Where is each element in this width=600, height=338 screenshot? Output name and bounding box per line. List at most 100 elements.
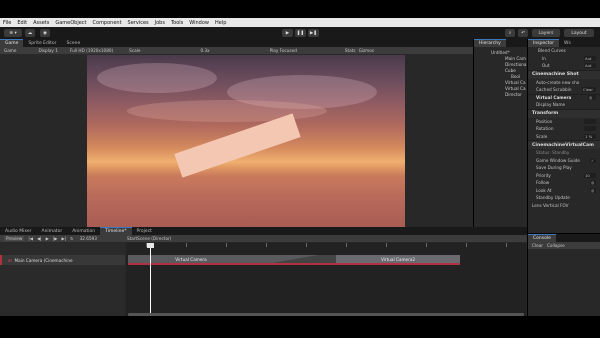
tab-audio-mixer[interactable]: Audio Mixer xyxy=(0,227,37,235)
hierarchy-item[interactable]: Director xyxy=(475,91,526,97)
display-name-row[interactable]: Display Name xyxy=(528,101,600,109)
timeline-play-icon[interactable]: ▶ xyxy=(46,236,49,241)
cinemachine-shot-header[interactable]: Cinemachine Shot xyxy=(528,69,600,79)
clip-virtual-camera[interactable]: Virtual Camera xyxy=(128,255,254,265)
auto-create-row[interactable]: Auto-create new sho xyxy=(528,79,600,87)
go-to-start-icon[interactable]: |◀ xyxy=(28,236,33,241)
lens-row[interactable]: Lens Vertical FOV xyxy=(528,202,600,210)
layers-dropdown[interactable]: Layers xyxy=(532,29,560,37)
collab-icon[interactable]: ◉ xyxy=(40,29,50,37)
tab-console[interactable]: Console xyxy=(528,234,556,242)
scene-tabbar: Game Sprite Editor Scene xyxy=(0,39,473,47)
search-icon[interactable]: ⌕ xyxy=(505,29,515,37)
cinemachine-vcam-header[interactable]: CinemachineVirtualCam xyxy=(528,140,600,149)
console-collapse-button[interactable]: Collapse xyxy=(547,243,565,248)
resolution-dropdown[interactable]: Full HD (1920x1080) xyxy=(70,48,113,53)
ruler-tick xyxy=(466,243,467,247)
tab-inspector[interactable]: Inspector xyxy=(528,39,559,47)
play-button[interactable]: ▶ xyxy=(282,29,293,37)
ruler-tick xyxy=(226,243,227,247)
game-window-guides-row: Game Window Guide ✓ xyxy=(528,157,600,165)
pause-button[interactable]: ❚❚ xyxy=(295,29,306,37)
playhead-handle[interactable] xyxy=(147,243,154,248)
console-clear-button[interactable]: Clear xyxy=(532,243,543,248)
ruler-tick xyxy=(266,243,267,247)
menu-component[interactable]: Component xyxy=(93,20,122,26)
clip-virtual-camera2[interactable]: Virtual Camera2 xyxy=(336,255,460,265)
scale-label: Scale xyxy=(536,133,548,139)
preview-button[interactable]: Preview xyxy=(4,236,25,241)
layout-dropdown[interactable]: Layout xyxy=(564,29,594,37)
standby-update-row[interactable]: Standby Update xyxy=(528,194,600,202)
tab-scene[interactable]: Scene xyxy=(62,39,86,47)
menu-services[interactable]: Services xyxy=(128,20,149,26)
prev-frame-icon[interactable]: ◀| xyxy=(37,236,42,241)
stats-button[interactable]: Stats xyxy=(345,48,356,53)
out-label: Out xyxy=(542,63,550,69)
next-frame-icon[interactable]: |▶ xyxy=(53,236,58,241)
out-value-field[interactable]: Aut xyxy=(584,63,596,69)
guides-checkbox[interactable]: ✓ xyxy=(590,157,596,163)
menu-file[interactable]: File xyxy=(3,20,11,26)
gizmos-button[interactable]: Gizmos xyxy=(359,48,374,53)
account-button[interactable]: ⊕ ▾ xyxy=(4,29,22,37)
clear-button[interactable]: Clear xyxy=(582,87,596,93)
game-viewport[interactable] xyxy=(87,55,405,233)
menu-gameobject[interactable]: GameObject xyxy=(55,20,86,26)
save-during-play-row[interactable]: Save During Play xyxy=(528,164,600,172)
menu-assets[interactable]: Assets xyxy=(33,20,49,26)
rotation-row: Rotation xyxy=(528,125,600,133)
track-header[interactable]: ⊞ Main Camera (Cinemachine xyxy=(0,255,125,265)
cloud-icon[interactable]: ☁ xyxy=(25,29,35,37)
cached-scrubbing-row: Cached Scrubbin Clear xyxy=(528,86,600,94)
timeline-scrollbar[interactable] xyxy=(128,313,524,316)
tab-timeline[interactable]: Timeline* xyxy=(100,227,132,235)
display-mode-dropdown[interactable]: Game xyxy=(4,48,16,53)
undo-history-icon[interactable]: ↶ xyxy=(518,29,528,37)
rotation-label: Rotation xyxy=(536,126,554,132)
menu-help[interactable]: Help xyxy=(215,20,226,26)
menu-jobs[interactable]: Jobs xyxy=(155,20,165,26)
priority-field[interactable]: 10 xyxy=(584,172,596,178)
tab-sprite-editor[interactable]: Sprite Editor xyxy=(23,39,61,47)
timeline-breadcrumb[interactable]: StartScene (Director) xyxy=(127,236,171,241)
timeline-toolbar: Preview |◀ ◀| ▶ |▶ ▶| ↻ 32.6593 StartSce… xyxy=(0,235,527,242)
tab-project[interactable]: Project xyxy=(132,227,157,235)
tab-ws[interactable]: Ws xyxy=(559,39,576,47)
console-toolbar: Clear Collapse xyxy=(528,242,600,249)
playhead[interactable] xyxy=(150,243,151,313)
follow-row: Follow ◎ xyxy=(528,179,600,187)
scale-row: Scale 1 % xyxy=(528,133,600,141)
tab-hierarchy[interactable]: Hierarchy xyxy=(474,39,506,47)
sky-cloud xyxy=(97,63,217,93)
target-icon[interactable]: ◎ xyxy=(588,95,596,101)
loop-icon[interactable]: ↻ xyxy=(70,236,74,241)
step-button[interactable]: ▶❚ xyxy=(308,29,319,37)
display-dropdown[interactable]: Display 1 xyxy=(38,48,57,53)
time-field[interactable]: 32.6593 xyxy=(80,236,97,241)
menu-tools[interactable]: Tools xyxy=(171,20,183,26)
tab-game[interactable]: Game xyxy=(0,39,24,47)
in-value-field[interactable]: Aut xyxy=(584,55,596,61)
tab-animation[interactable]: Animation xyxy=(67,227,100,235)
scale-field[interactable]: 1 % xyxy=(584,133,596,139)
menu-window[interactable]: Window xyxy=(189,20,209,26)
blend-region[interactable] xyxy=(254,255,336,265)
game-window-guides-label: Game Window Guide xyxy=(536,157,580,163)
blend-curves-label[interactable]: Blend Curves xyxy=(528,47,600,55)
look-at-picker-icon[interactable]: ◎ xyxy=(590,187,596,193)
tab-animator[interactable]: Animator xyxy=(37,227,68,235)
ruler-tick xyxy=(186,243,187,247)
console-panel: Console Clear Collapse xyxy=(528,234,600,316)
play-mode-dropdown[interactable]: Play Focused xyxy=(270,48,297,53)
ruler-tick xyxy=(306,243,307,247)
look-at-label: Look At xyxy=(536,187,552,193)
transform-header[interactable]: Transform xyxy=(528,108,600,118)
follow-picker-icon[interactable]: ◎ xyxy=(590,180,596,186)
position-field[interactable] xyxy=(584,118,596,124)
menu-edit[interactable]: Edit xyxy=(17,20,27,26)
rotation-field[interactable] xyxy=(584,126,596,132)
scale-value[interactable]: 0.3x xyxy=(200,48,209,53)
go-to-end-icon[interactable]: ▶| xyxy=(61,236,66,241)
track-content xyxy=(126,243,526,316)
